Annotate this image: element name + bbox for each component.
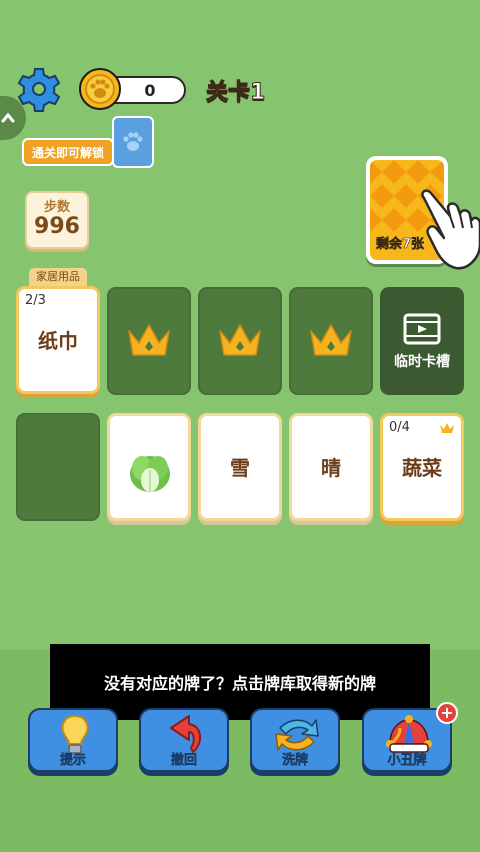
steps-label: 步数	[43, 200, 70, 215]
card-text: 蔬菜	[402, 456, 442, 480]
temp-slot-label: 临时卡槽	[394, 354, 450, 370]
crown-icon	[219, 324, 261, 356]
category-label: 家居用品	[29, 268, 87, 286]
card-tissue[interactable]: 2/3 纸巾	[16, 286, 100, 394]
add-badge[interactable]: +	[436, 702, 458, 724]
tool-label: 洗牌	[281, 753, 309, 769]
unlock-label: 通关即可解锁	[31, 145, 104, 160]
shuffle-button[interactable]: 洗牌	[250, 708, 340, 772]
card-text: 晴	[321, 456, 341, 480]
hint-button[interactable]: 提示	[28, 708, 118, 772]
coin-value: 0	[144, 80, 156, 100]
card-text: 纸巾	[38, 329, 78, 353]
slot-locked-3[interactable]	[289, 287, 373, 395]
pointing-hand-icon	[421, 189, 480, 270]
slot-locked-2[interactable]	[198, 287, 282, 395]
card-cabbage[interactable]	[107, 413, 191, 521]
card-count: 2/3	[25, 293, 46, 308]
unlock-hint-badge: 通关即可解锁	[22, 138, 114, 166]
video-card-icon	[403, 313, 441, 345]
tool-label: 提示	[59, 753, 87, 769]
toast-text: 没有对应的牌了？点击牌库取得新的牌	[103, 674, 376, 693]
crown-icon	[310, 324, 352, 356]
crown-icon	[128, 324, 170, 356]
card-text: 雪	[230, 456, 250, 480]
tool-label: 撤回	[170, 753, 198, 769]
card-count: 0/4	[389, 420, 410, 435]
chevron-icon	[1, 112, 15, 123]
steps-value: 996	[34, 214, 80, 239]
card-sunny[interactable]: 晴	[289, 413, 373, 521]
locked-card-preview	[112, 116, 154, 168]
steps-counter: 步数 996	[25, 191, 89, 249]
level-title: 关卡1	[205, 80, 266, 106]
joker-card-button[interactable]: 小丑牌 +	[362, 702, 458, 772]
undo-button[interactable]: 撤回	[139, 708, 229, 772]
temp-card-slot-button[interactable]: 临时卡槽	[380, 287, 464, 395]
slot-locked-1[interactable]	[107, 287, 191, 395]
empty-slot	[16, 413, 100, 521]
paw-icon	[123, 132, 143, 151]
paw-coin-icon	[79, 68, 121, 110]
settings-gear-icon[interactable]	[16, 66, 62, 112]
card-snow[interactable]: 雪	[198, 413, 282, 521]
tool-label: 小丑牌	[387, 753, 427, 769]
crown-icon	[440, 423, 454, 433]
cabbage-icon	[130, 456, 170, 492]
card-vegetables[interactable]: 0/4 蔬菜	[380, 413, 464, 521]
